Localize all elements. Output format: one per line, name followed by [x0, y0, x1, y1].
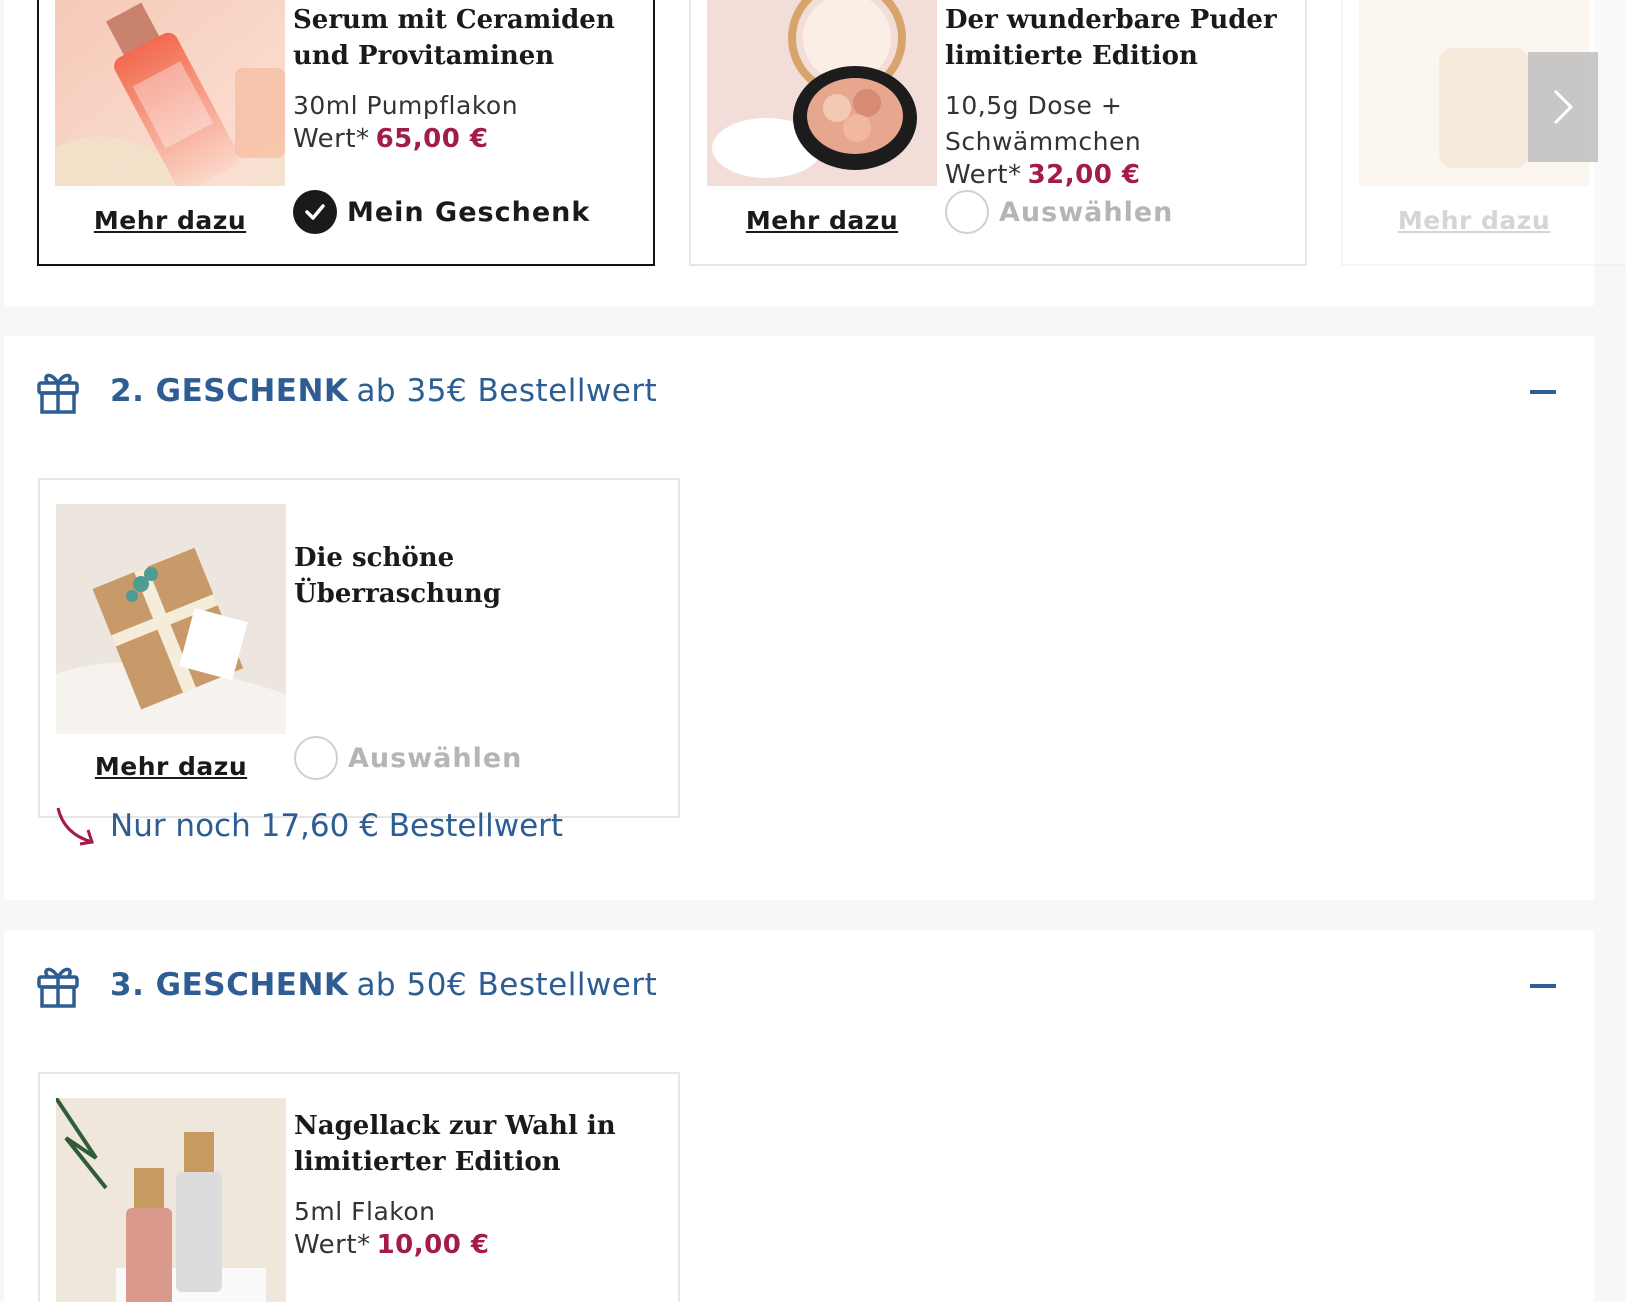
gift-number: 3. GESCHENK — [110, 967, 349, 1003]
price-label: Wert* — [294, 1230, 371, 1260]
gift-price: Wert* 65,00 € — [293, 124, 488, 154]
gift-selected-indicator[interactable]: Mein Geschenk — [293, 190, 590, 234]
gift-threshold: ab 35€ Bestellwert — [356, 373, 658, 409]
gift-number: 2. GESCHENK — [110, 373, 349, 409]
section-header[interactable]: 3. GESCHENK ab 50€ Bestellwert — [36, 960, 657, 1010]
gift-threshold: ab 50€ Bestellwert — [356, 967, 658, 1003]
gift-title: Nagellack zur Wahl in limitierter Editio… — [294, 1111, 616, 1177]
gift-selection-page: Serum mit Ceramiden und Provitaminen 30m… — [0, 0, 1626, 1302]
gift-card-nagellack[interactable]: Nagellack zur Wahl in limitierter Editio… — [38, 1072, 680, 1302]
gift-size: 10,5g Dose + Schwämmchen — [945, 91, 1142, 156]
puder-product-image — [707, 0, 937, 186]
gift-card-ueberraschung[interactable]: Die schöne Überraschung Mehr dazu Auswäh… — [38, 478, 680, 818]
price-value: 65,00 € — [375, 124, 489, 154]
radio-button[interactable] — [945, 190, 989, 234]
remaining-text: Nur noch 17,60 € Bestellwert — [110, 808, 564, 844]
gift-section-3: 3. GESCHENK ab 50€ Bestellwert Nagellack … — [4, 930, 1594, 1302]
more-info-link[interactable]: Mehr dazu — [56, 752, 286, 781]
surprise-product-image — [56, 504, 286, 734]
more-info-link[interactable]: Mehr dazu — [707, 206, 937, 235]
gift-select-option[interactable]: Auswählen — [945, 190, 1173, 234]
gift-card-puder[interactable]: Der wunderbare Puder limitierte Edition … — [689, 0, 1307, 266]
more-info-link[interactable]: Mehr dazu — [1359, 206, 1589, 235]
choice-label: Auswählen — [348, 742, 523, 774]
gift-card-serum[interactable]: Serum mit Ceramiden und Provitaminen 30m… — [37, 0, 655, 266]
check-icon — [293, 190, 337, 234]
section-title: 2. GESCHENK ab 35€ Bestellwert — [110, 373, 657, 409]
section-title: 3. GESCHENK ab 50€ Bestellwert — [110, 967, 657, 1003]
minus-icon[interactable] — [1530, 984, 1556, 988]
radio-button[interactable] — [294, 736, 338, 780]
carousel-next-button[interactable] — [1528, 52, 1598, 162]
gift-price: Wert* 32,00 € — [945, 160, 1140, 190]
price-value: 10,00 € — [376, 1230, 490, 1260]
price-label: Wert* — [293, 124, 370, 154]
serum-product-image — [55, 0, 285, 186]
curved-arrow-icon — [56, 807, 94, 846]
gift-size: 30ml Pumpflakon — [293, 91, 519, 120]
gift-icon — [37, 373, 79, 414]
gift-section-1: Serum mit Ceramiden und Provitaminen 30m… — [4, 0, 1626, 306]
choice-label: Auswählen — [999, 196, 1174, 228]
gift-icon — [37, 967, 79, 1008]
section-header[interactable]: 2. GESCHENK ab 35€ Bestellwert — [36, 366, 657, 416]
gift-title: Serum mit Ceramiden und Provitaminen — [293, 5, 615, 71]
gift-title: Der wunderbare Puder limitierte Edition — [945, 5, 1277, 71]
gift-size: 5ml Flakon — [294, 1197, 436, 1226]
nailpolish-product-image — [56, 1098, 286, 1302]
gift-select-option[interactable]: Auswählen — [294, 736, 522, 780]
gift-price: Wert* 10,00 € — [294, 1230, 489, 1260]
remaining-amount-hint: Nur noch 17,60 € Bestellwert — [54, 804, 563, 848]
more-info-link[interactable]: Mehr dazu — [55, 206, 285, 235]
minus-icon[interactable] — [1530, 390, 1556, 394]
price-value: 32,00 € — [1027, 160, 1141, 190]
chevron-right-icon — [1553, 89, 1574, 125]
price-label: Wert* — [945, 160, 1022, 190]
gift-title: Die schöne Überraschung — [294, 543, 501, 609]
choice-label: Mein Geschenk — [347, 196, 591, 228]
gift-section-2: 2. GESCHENK ab 35€ Bestellwert Die schön… — [4, 336, 1594, 900]
